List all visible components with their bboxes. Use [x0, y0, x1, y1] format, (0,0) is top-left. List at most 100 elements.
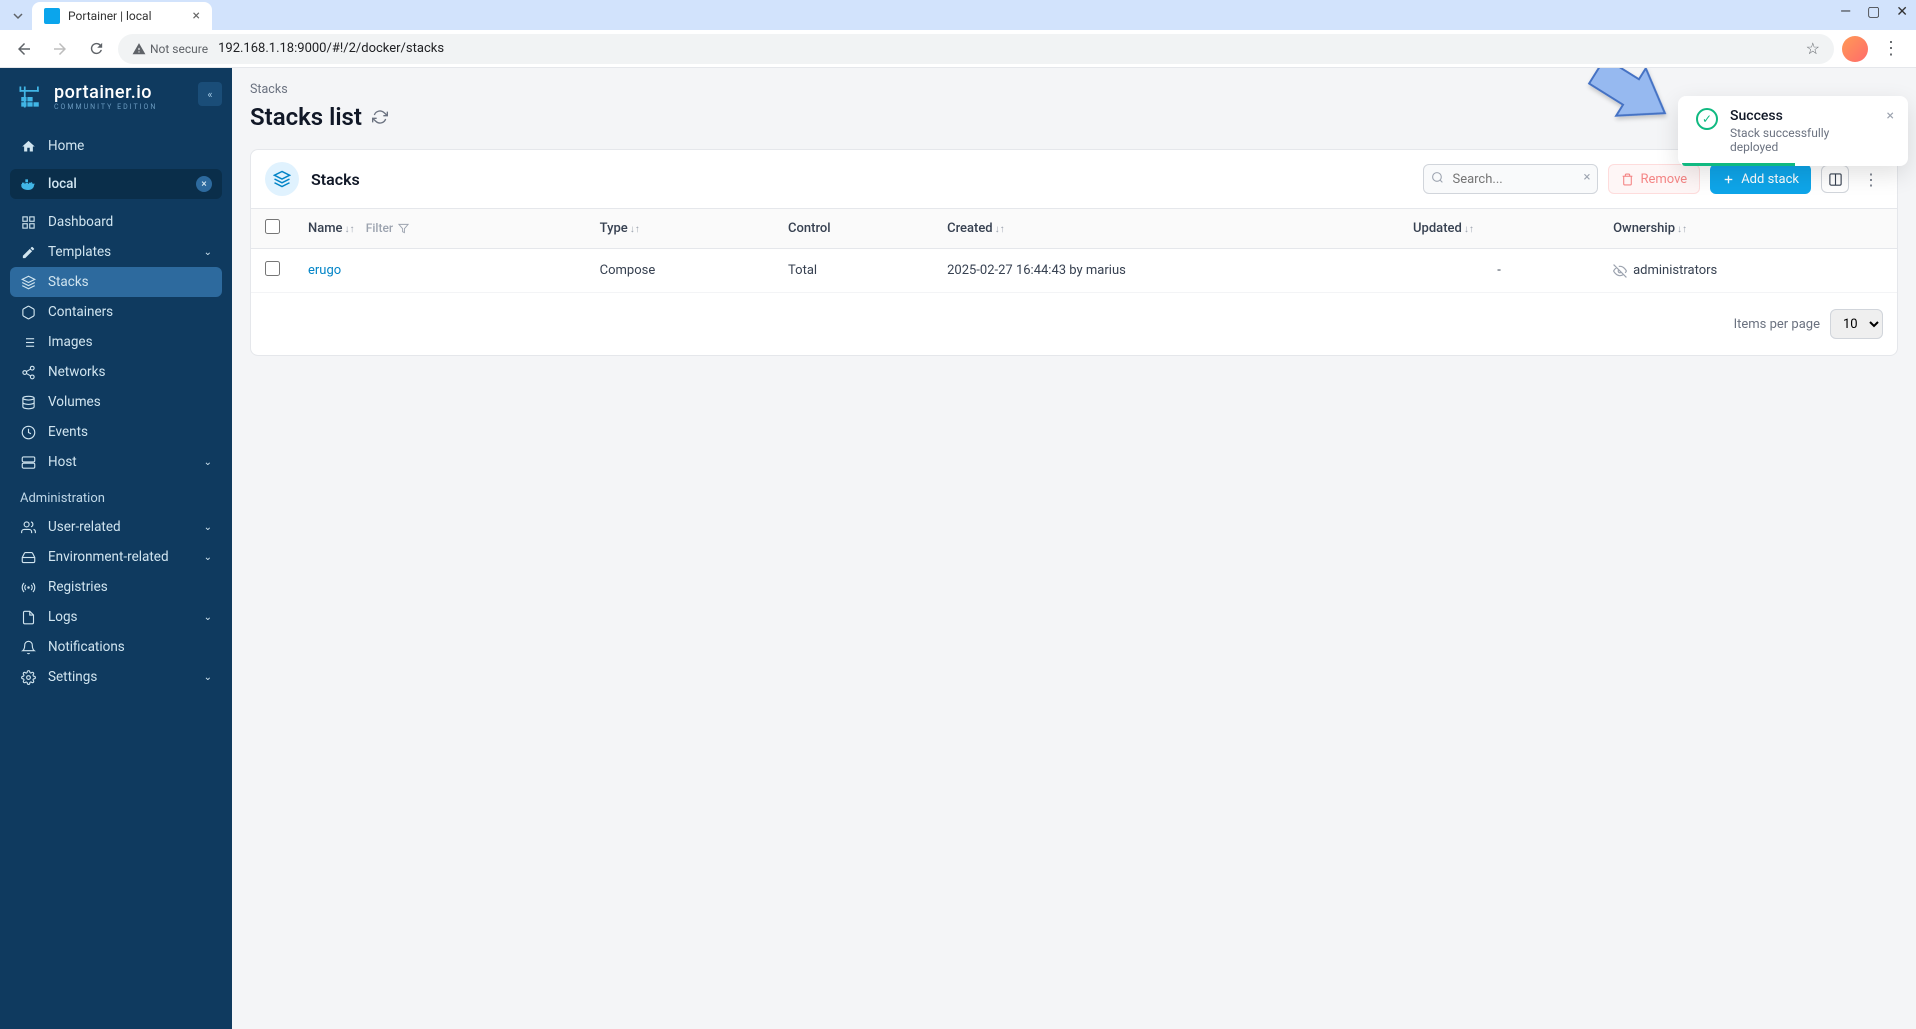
share-icon	[20, 365, 36, 380]
bookmark-star-icon[interactable]: ☆	[1806, 39, 1820, 58]
radio-icon	[20, 580, 36, 595]
chrome-menu-button[interactable]: ⋮	[1876, 38, 1906, 59]
sidebar-item-containers[interactable]: Containers	[10, 297, 222, 327]
items-per-page-select[interactable]: 10	[1830, 309, 1883, 339]
toast-title: Success	[1730, 108, 1875, 124]
url-text: 192.168.1.18:9000/#!/2/docker/stacks	[218, 41, 444, 56]
chevron-down-icon: ⌄	[204, 552, 212, 563]
env-name: local	[48, 176, 77, 192]
sidebar-item-templates[interactable]: Templates ⌄	[10, 237, 222, 267]
select-all-checkbox[interactable]	[265, 219, 280, 234]
forward-button[interactable]	[46, 35, 74, 63]
sidebar-item-host[interactable]: Host ⌄	[10, 447, 222, 477]
reload-button[interactable]	[82, 35, 110, 63]
table-footer: Items per page 10	[251, 293, 1897, 355]
col-control[interactable]: Control	[774, 209, 933, 249]
trash-icon	[1621, 173, 1634, 186]
eye-off-icon	[1613, 264, 1627, 278]
cell-control: Total	[774, 249, 933, 293]
grid-icon	[20, 215, 36, 230]
database-icon	[20, 395, 36, 410]
chevron-down-icon: ⌄	[204, 247, 212, 258]
cell-ownership: administrators	[1613, 263, 1883, 278]
hard-drive-icon	[20, 550, 36, 565]
toast-close-button[interactable]: ×	[1887, 108, 1894, 154]
sidebar-item-notifications[interactable]: Notifications	[10, 632, 222, 662]
security-indicator[interactable]: Not secure	[132, 42, 208, 56]
server-icon	[20, 455, 36, 470]
stack-name-link[interactable]: erugo	[308, 263, 341, 278]
env-close-button[interactable]: ×	[196, 176, 212, 192]
users-icon	[20, 520, 36, 535]
sidebar-environment-header[interactable]: local ×	[10, 169, 222, 199]
col-updated[interactable]: Updated↓↑	[1399, 209, 1599, 249]
sidebar-item-registries[interactable]: Registries	[10, 572, 222, 602]
tab-close-button[interactable]: ×	[193, 8, 200, 24]
browser-nav-bar: Not secure 192.168.1.18:9000/#!/2/docker…	[0, 30, 1916, 68]
card-header: Stacks × Remove Add	[251, 150, 1897, 208]
stacks-table: Name↓↑ Filter Type↓↑ Control Created↓↑ U…	[251, 208, 1897, 293]
sidebar-item-events[interactable]: Events	[10, 417, 222, 447]
search-input[interactable]	[1423, 164, 1598, 194]
bell-icon	[20, 640, 36, 655]
chevron-down-icon: ⌄	[204, 612, 212, 623]
sidebar-item-logs[interactable]: Logs ⌄	[10, 602, 222, 632]
browser-tab-strip: Portainer | local × — ▢ ✕	[0, 0, 1916, 30]
sidebar-item-images[interactable]: Images	[10, 327, 222, 357]
favicon-icon	[44, 8, 60, 24]
maximize-button[interactable]: ▢	[1867, 4, 1880, 20]
brand-name: portainer.io	[54, 82, 157, 103]
back-button[interactable]	[10, 35, 38, 63]
table-row: erugo Compose Total 2025-02-27 16:44:43 …	[251, 249, 1897, 293]
list-icon	[20, 335, 36, 350]
admin-section-label: Administration	[10, 477, 222, 512]
annotation-arrow-icon	[1581, 68, 1681, 142]
window-controls: — ▢ ✕	[1840, 4, 1908, 20]
collapse-sidebar-button[interactable]: «	[198, 82, 222, 106]
search-box: ×	[1423, 164, 1598, 194]
sidebar-label-home: Home	[48, 138, 84, 154]
home-icon	[20, 139, 36, 154]
chevron-down-icon: ⌄	[204, 672, 212, 683]
sidebar: portainer.io COMMUNITY EDITION « Home lo…	[0, 68, 232, 1029]
remove-button[interactable]: Remove	[1608, 164, 1700, 194]
layers-icon	[20, 275, 36, 290]
col-created[interactable]: Created↓↑	[933, 209, 1399, 249]
success-toast: ✓ Success Stack successfully deployed ×	[1678, 96, 1908, 166]
add-stack-button[interactable]: Add stack	[1710, 164, 1811, 194]
search-icon	[1431, 171, 1444, 184]
sidebar-item-dashboard[interactable]: Dashboard	[10, 207, 222, 237]
refresh-button[interactable]	[372, 109, 388, 125]
columns-toggle-button[interactable]	[1821, 165, 1849, 193]
edit-icon	[20, 245, 36, 260]
stacks-card: Stacks × Remove Add	[250, 149, 1898, 356]
filter-icon[interactable]	[398, 223, 409, 234]
sidebar-item-environment-related[interactable]: Environment-related ⌄	[10, 542, 222, 572]
tab-search-dropdown[interactable]	[8, 6, 28, 26]
table-settings-button[interactable]: ⋮	[1859, 170, 1883, 189]
file-text-icon	[20, 610, 36, 625]
sidebar-item-stacks[interactable]: Stacks	[10, 267, 222, 297]
cell-updated: -	[1399, 249, 1599, 293]
sidebar-item-volumes[interactable]: Volumes	[10, 387, 222, 417]
col-type[interactable]: Type↓↑	[586, 209, 774, 249]
sidebar-item-home[interactable]: Home	[10, 131, 222, 161]
browser-tab[interactable]: Portainer | local ×	[32, 2, 212, 30]
chevron-down-icon: ⌄	[204, 522, 212, 533]
col-name[interactable]: Name↓↑ Filter	[294, 209, 586, 249]
address-bar[interactable]: Not secure 192.168.1.18:9000/#!/2/docker…	[118, 34, 1834, 64]
row-checkbox[interactable]	[265, 261, 280, 276]
sidebar-item-user-related[interactable]: User-related ⌄	[10, 512, 222, 542]
warning-icon	[132, 42, 146, 56]
col-ownership[interactable]: Ownership↓↑	[1599, 209, 1897, 249]
close-window-button[interactable]: ✕	[1896, 4, 1908, 20]
cell-type: Compose	[586, 249, 774, 293]
sidebar-item-networks[interactable]: Networks	[10, 357, 222, 387]
plus-icon	[1722, 173, 1735, 186]
profile-avatar[interactable]	[1842, 36, 1868, 62]
box-icon	[20, 305, 36, 320]
card-title: Stacks	[311, 170, 360, 189]
sidebar-item-settings[interactable]: Settings ⌄	[10, 662, 222, 692]
clear-search-button[interactable]: ×	[1584, 170, 1591, 185]
minimize-button[interactable]: —	[1840, 4, 1851, 20]
